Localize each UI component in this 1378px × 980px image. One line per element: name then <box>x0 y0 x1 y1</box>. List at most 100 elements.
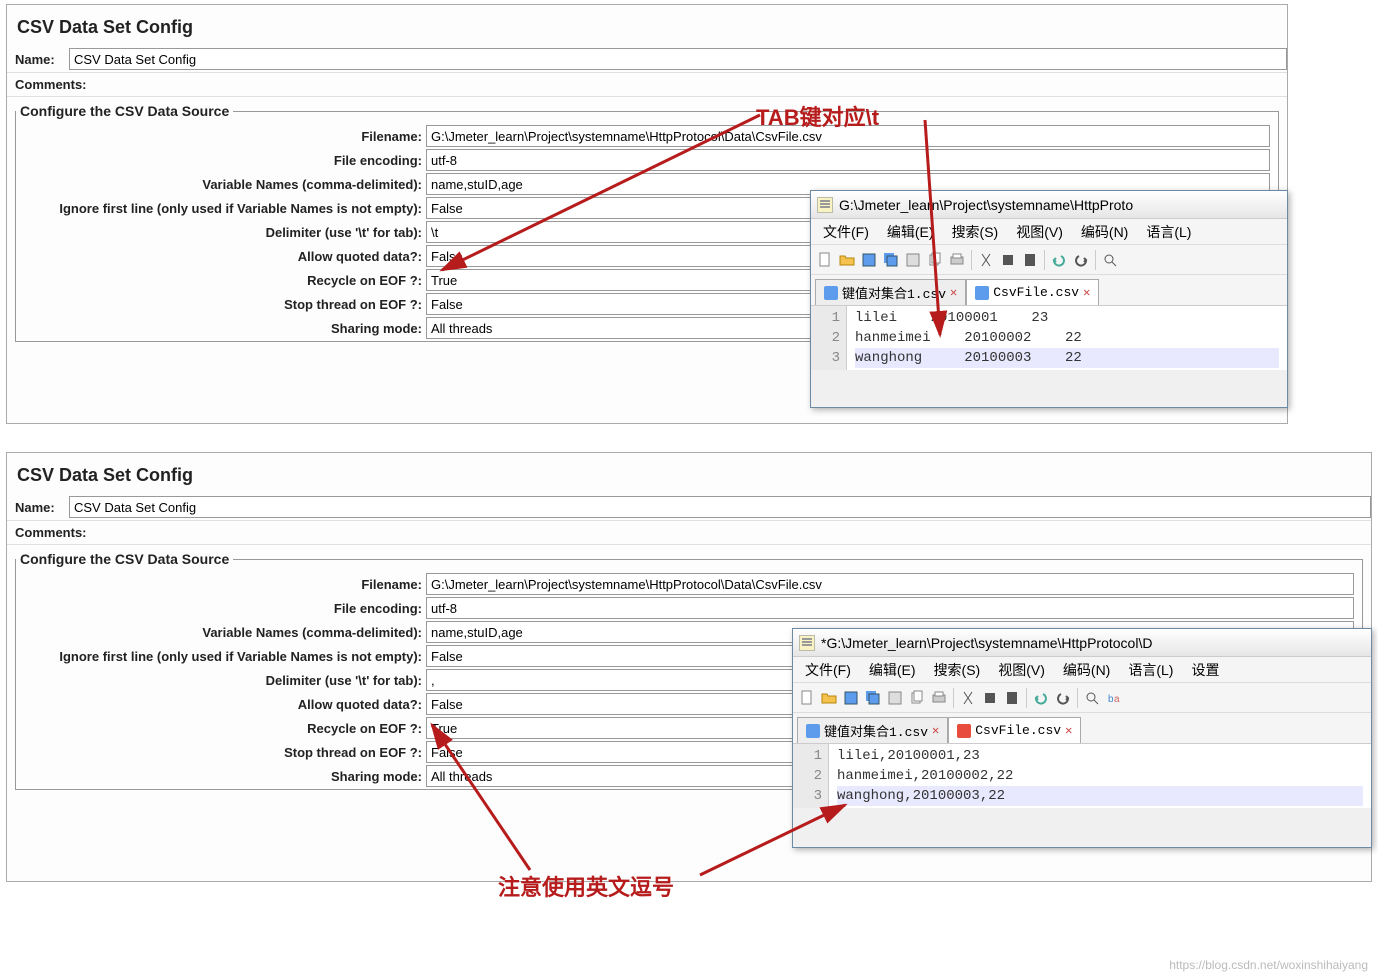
menu-view[interactable]: 视图(V) <box>990 658 1053 682</box>
menu-edit[interactable]: 编辑(E) <box>879 220 942 244</box>
filename-label: Filename: <box>16 129 426 144</box>
replace-icon[interactable]: ba <box>1104 688 1124 708</box>
editor-title-text: G:\Jmeter_learn\Project\systemname\HttpP… <box>839 197 1133 213</box>
comments-label: Comments: <box>7 521 1371 545</box>
menu-file[interactable]: 文件(F) <box>797 658 859 682</box>
editor-menu[interactable]: 文件(F) 编辑(E) 搜索(S) 视图(V) 编码(N) 语言(L) <box>811 219 1287 245</box>
menu-file[interactable]: 文件(F) <box>815 220 877 244</box>
new-file-icon[interactable] <box>797 688 817 708</box>
tab-close-icon[interactable]: ✕ <box>1083 285 1090 300</box>
annotation-comma: 注意使用英文逗号 <box>498 870 674 902</box>
name-label: Name: <box>7 500 69 515</box>
watermark: https://blog.csdn.net/woxinshihaiyang <box>1169 958 1368 972</box>
tab-csv1[interactable]: 键值对集合1.csv✕ <box>815 279 966 305</box>
sharing-label: Sharing mode: <box>16 769 426 784</box>
tab-close-icon[interactable]: ✕ <box>1065 723 1072 738</box>
varnames-label: Variable Names (comma-delimited): <box>16 177 426 192</box>
find-icon[interactable] <box>1082 688 1102 708</box>
close-icon[interactable] <box>885 688 905 708</box>
code-area[interactable]: lilei,20100001,23hanmeimei,20100002,22wa… <box>829 744 1371 808</box>
ignorefirst-label: Ignore first line (only used if Variable… <box>16 649 426 664</box>
stopthread-label: Stop thread on EOF ?: <box>16 745 426 760</box>
copy2-icon[interactable] <box>980 688 1000 708</box>
menu-edit[interactable]: 编辑(E) <box>861 658 924 682</box>
menu-search[interactable]: 搜索(S) <box>926 658 989 682</box>
svg-text:a: a <box>1114 694 1120 705</box>
editor-body: 123 lilei,20100001,23hanmeimei,20100002,… <box>793 744 1371 808</box>
save-icon[interactable] <box>841 688 861 708</box>
encoding-input[interactable] <box>426 149 1270 171</box>
save-all-icon[interactable] <box>881 250 901 270</box>
delimiter-label: Delimiter (use '\t' for tab): <box>16 225 426 240</box>
delimiter-label: Delimiter (use '\t' for tab): <box>16 673 426 688</box>
editor-title-text: *G:\Jmeter_learn\Project\systemname\Http… <box>821 635 1152 651</box>
redo-icon[interactable] <box>1071 250 1091 270</box>
menu-settings[interactable]: 设置 <box>1183 658 1227 682</box>
name-input[interactable] <box>69 48 1287 70</box>
cut-icon[interactable] <box>958 688 978 708</box>
menu-search[interactable]: 搜索(S) <box>944 220 1007 244</box>
varnames-label: Variable Names (comma-delimited): <box>16 625 426 640</box>
file-modified-icon <box>957 724 971 738</box>
copy-icon[interactable] <box>907 688 927 708</box>
editor-toolbar[interactable]: ba <box>793 683 1371 713</box>
tab-close-icon[interactable]: ✕ <box>932 723 939 738</box>
editor-body: 123 lilei 20100001 23hanmeimei 20100002 … <box>811 306 1287 370</box>
copy-icon[interactable] <box>925 250 945 270</box>
menu-view[interactable]: 视图(V) <box>1008 220 1071 244</box>
tab-label: CsvFile.csv <box>975 723 1061 738</box>
sharing-label: Sharing mode: <box>16 321 426 336</box>
save-icon[interactable] <box>859 250 879 270</box>
menu-lang[interactable]: 语言(L) <box>1138 220 1199 244</box>
toolbar-separator <box>953 688 954 708</box>
open-file-icon[interactable] <box>837 250 857 270</box>
tab-csvfile[interactable]: CsvFile.csv ✕ <box>948 717 1081 743</box>
line-gutter: 123 <box>811 306 847 370</box>
menu-encoding[interactable]: 编码(N) <box>1073 220 1136 244</box>
find-icon[interactable] <box>1100 250 1120 270</box>
line-gutter: 123 <box>793 744 829 808</box>
name-input[interactable] <box>69 496 1371 518</box>
paste-icon[interactable] <box>1002 688 1022 708</box>
toolbar-separator <box>1044 250 1045 270</box>
close-icon[interactable] <box>903 250 923 270</box>
fieldset-legend: Configure the CSV Data Source <box>16 103 233 119</box>
new-file-icon[interactable] <box>815 250 835 270</box>
paste-icon[interactable] <box>1020 250 1040 270</box>
annotation-tab: TAB键对应\t <box>756 100 879 132</box>
undo-icon[interactable] <box>1031 688 1051 708</box>
editor-tabs: 键值对集合1.csv✕ CsvFile.csv✕ <box>811 275 1287 306</box>
editor-tabs: 键值对集合1.csv ✕ CsvFile.csv ✕ <box>793 713 1371 744</box>
tab-csv1[interactable]: 键值对集合1.csv ✕ <box>797 717 948 743</box>
print-icon[interactable] <box>929 688 949 708</box>
file-icon <box>824 286 838 300</box>
editor-window-2: *G:\Jmeter_learn\Project\systemname\Http… <box>792 628 1372 848</box>
tab-label: 键值对集合1.csv <box>824 721 928 740</box>
editor-toolbar[interactable] <box>811 245 1287 275</box>
open-file-icon[interactable] <box>819 688 839 708</box>
ignorefirst-label: Ignore first line (only used if Variable… <box>16 201 426 216</box>
app-icon <box>799 635 815 651</box>
redo-icon[interactable] <box>1053 688 1073 708</box>
cut-icon[interactable] <box>976 250 996 270</box>
editor-window-1: G:\Jmeter_learn\Project\systemname\HttpP… <box>810 190 1288 408</box>
panel-title: CSV Data Set Config <box>7 5 1287 46</box>
app-icon <box>817 197 833 213</box>
menu-encoding[interactable]: 编码(N) <box>1055 658 1118 682</box>
editor-menu[interactable]: 文件(F) 编辑(E) 搜索(S) 视图(V) 编码(N) 语言(L) 设置 <box>793 657 1371 683</box>
file-icon <box>806 724 820 738</box>
editor-titlebar: G:\Jmeter_learn\Project\systemname\HttpP… <box>811 191 1287 219</box>
menu-lang[interactable]: 语言(L) <box>1120 658 1181 682</box>
filename-input[interactable] <box>426 573 1354 595</box>
name-label: Name: <box>7 52 69 67</box>
undo-icon[interactable] <box>1049 250 1069 270</box>
tab-csvfile[interactable]: CsvFile.csv✕ <box>966 279 1099 305</box>
code-area[interactable]: lilei 20100001 23hanmeimei 20100002 22wa… <box>847 306 1287 370</box>
tab-close-icon[interactable]: ✕ <box>950 285 957 300</box>
encoding-input[interactable] <box>426 597 1354 619</box>
save-all-icon[interactable] <box>863 688 883 708</box>
panel-title: CSV Data Set Config <box>7 453 1371 494</box>
print-icon[interactable] <box>947 250 967 270</box>
toolbar-separator <box>1077 688 1078 708</box>
copy2-icon[interactable] <box>998 250 1018 270</box>
